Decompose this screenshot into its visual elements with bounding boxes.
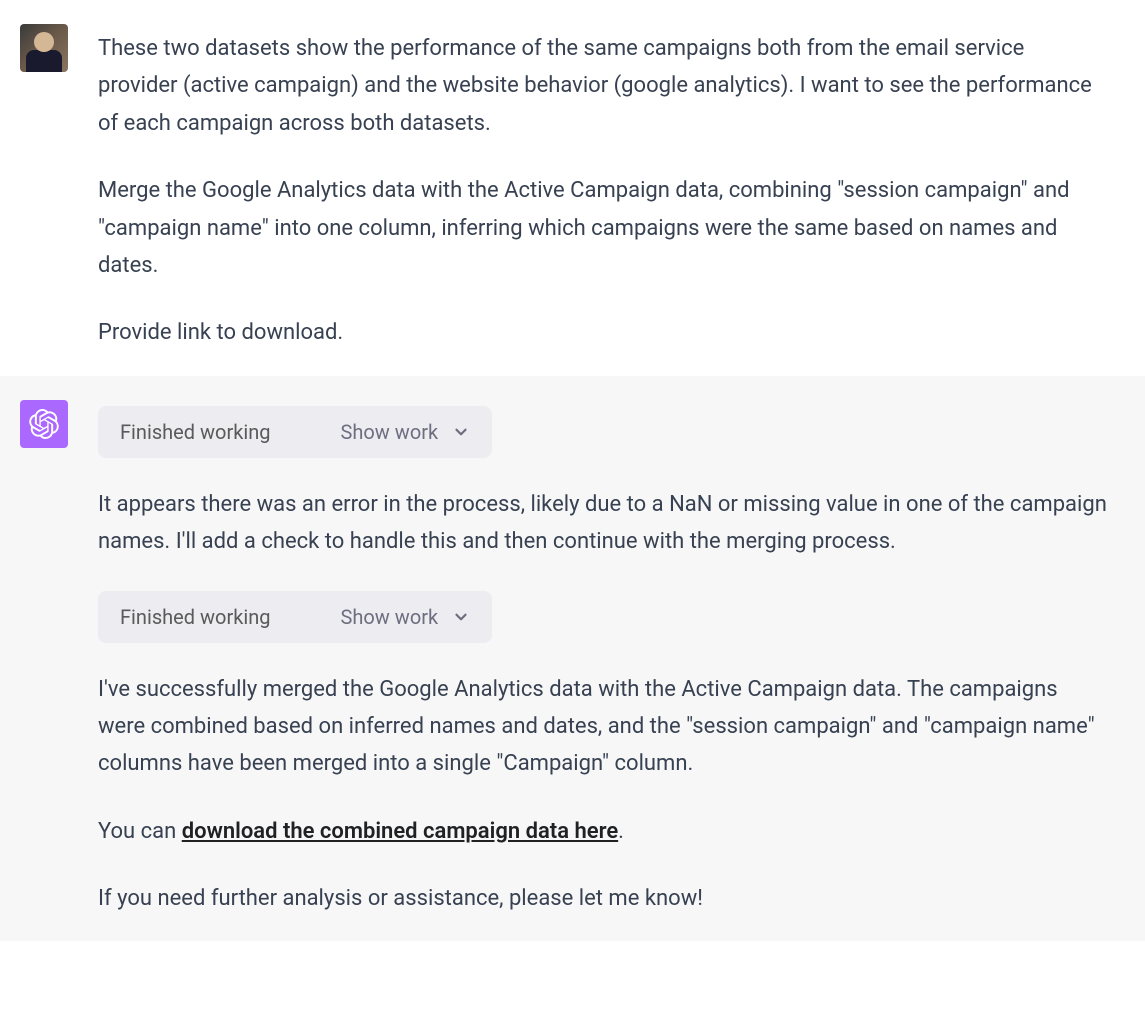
user-paragraph: These two datasets show the performance … bbox=[98, 30, 1109, 142]
work-status-block[interactable]: Finished working Show work bbox=[98, 406, 492, 458]
user-paragraph: Provide link to download. bbox=[98, 314, 1109, 351]
work-status-label: Finished working bbox=[120, 605, 271, 629]
download-link[interactable]: download the combined campaign data here bbox=[182, 819, 618, 844]
show-work-toggle[interactable]: Show work bbox=[341, 420, 471, 444]
assistant-content: Finished working Show work It appears th… bbox=[98, 400, 1125, 918]
download-prefix-text: You can bbox=[98, 819, 182, 844]
assistant-paragraph: It appears there was an error in the pro… bbox=[98, 486, 1109, 561]
assistant-message: Finished working Show work It appears th… bbox=[0, 376, 1145, 942]
user-message: These two datasets show the performance … bbox=[0, 0, 1145, 376]
user-paragraph: Merge the Google Analytics data with the… bbox=[98, 172, 1109, 284]
work-status-label: Finished working bbox=[120, 420, 271, 444]
work-status-block[interactable]: Finished working Show work bbox=[98, 591, 492, 643]
assistant-paragraph: I've successfully merged the Google Anal… bbox=[98, 671, 1109, 783]
user-content: These two datasets show the performance … bbox=[98, 24, 1125, 352]
download-suffix-text: . bbox=[618, 819, 624, 844]
show-work-toggle[interactable]: Show work bbox=[341, 605, 471, 629]
show-work-label: Show work bbox=[341, 420, 439, 444]
chevron-down-icon bbox=[452, 608, 470, 626]
user-avatar bbox=[20, 24, 68, 72]
chevron-down-icon bbox=[452, 423, 470, 441]
assistant-paragraph: If you need further analysis or assistan… bbox=[98, 880, 1109, 917]
openai-logo-icon bbox=[29, 409, 59, 439]
assistant-avatar bbox=[20, 400, 68, 448]
show-work-label: Show work bbox=[341, 605, 439, 629]
assistant-paragraph: You can download the combined campaign d… bbox=[98, 813, 1109, 850]
